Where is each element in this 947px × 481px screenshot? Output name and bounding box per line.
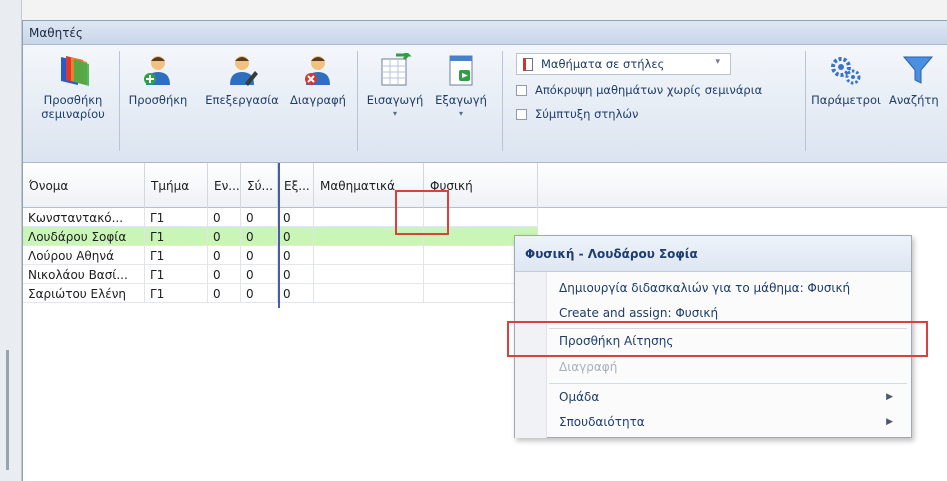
import-button[interactable]: Εισαγωγή ▾ — [363, 49, 427, 121]
cell-name[interactable]: Λουδάρου Σοφία — [23, 227, 145, 246]
ribbon-separator — [502, 51, 503, 151]
table-row[interactable]: Κωνσταντακό... Γ1 0 0 0 — [23, 208, 538, 227]
parameters-label: Παράμετροι — [811, 93, 881, 107]
menu-separator — [549, 383, 907, 384]
delete-student-label: Διαγραφή — [290, 93, 346, 107]
cell-en[interactable]: 0 — [208, 227, 241, 246]
collapse-columns-option[interactable]: Σύμπτυξη στηλών — [516, 107, 638, 121]
cell-sy[interactable]: 0 — [241, 246, 278, 265]
submenu-arrow-icon: ▶ — [886, 392, 893, 402]
cell-ex[interactable]: 0 — [278, 208, 314, 227]
add-student-label: Προσθήκη — [128, 93, 188, 107]
export-button[interactable]: Εξαγωγή ▾ — [429, 53, 493, 121]
column-header-en[interactable]: Εν... — [208, 163, 241, 208]
add-seminar-icon — [56, 53, 90, 87]
table-row-selected[interactable]: Λουδάρου Σοφία Γ1 0 0 0 — [23, 227, 538, 246]
add-student-button[interactable]: Προσθήκη — [123, 53, 193, 107]
filter-icon — [901, 53, 935, 87]
view-mode-combo[interactable]: Μαθήματα σε στήλες ▾ — [516, 53, 731, 75]
column-header-sy[interactable]: Σύ... — [241, 163, 278, 208]
cell-ex[interactable]: 0 — [278, 284, 314, 303]
menu-item-group[interactable]: Ομάδα — [559, 386, 899, 408]
cell-en[interactable]: 0 — [208, 246, 241, 265]
window-title: Μαθητές — [29, 25, 83, 40]
cell-class[interactable]: Γ1 — [145, 208, 208, 227]
cell-name[interactable]: Λούρου Αθηνά — [23, 246, 145, 265]
edit-user-icon — [225, 53, 259, 87]
cell-name[interactable]: Σαριώτου Ελένη — [23, 284, 145, 303]
cell-ex[interactable]: 0 — [278, 227, 314, 246]
menu-item-importance-label: Σπουδαιότητα — [559, 415, 645, 429]
gears-icon — [829, 53, 863, 87]
export-icon — [444, 53, 478, 87]
highlight-add-request-item — [507, 321, 928, 357]
menu-item-group-label: Ομάδα — [559, 390, 600, 404]
cell-math[interactable] — [314, 246, 424, 265]
search-label: Αναζήτη — [889, 93, 939, 107]
left-side-panel — [0, 0, 22, 481]
ribbon-toolbar: Προσθήκη σεμιναρίου Προσθήκη Επεξεργασία… — [23, 45, 947, 163]
ribbon-separator — [119, 51, 120, 151]
cell-math[interactable] — [314, 284, 424, 303]
cell-ex[interactable]: 0 — [278, 265, 314, 284]
import-label: Εισαγωγή — [366, 93, 424, 107]
edit-student-button[interactable]: Επεξεργασία — [201, 53, 283, 107]
cell-name[interactable]: Νικολάου Βασί... — [23, 265, 145, 284]
column-header-ex[interactable]: Εξ... — [278, 163, 314, 208]
cell-en[interactable]: 0 — [208, 265, 241, 284]
submenu-arrow-icon: ▶ — [886, 417, 893, 427]
cell-sy[interactable]: 0 — [241, 208, 278, 227]
add-seminar-button[interactable]: Προσθήκη σεμιναρίου — [33, 53, 113, 121]
cell-ex[interactable]: 0 — [278, 246, 314, 265]
side-scrollbar[interactable] — [6, 350, 9, 470]
window-titlebar: Μαθητές — [23, 21, 947, 45]
menu-item-delete[interactable]: Διαγραφή — [559, 356, 617, 378]
ribbon-separator — [805, 51, 806, 151]
cell-sy[interactable]: 0 — [241, 265, 278, 284]
cell-name[interactable]: Κωνσταντακό... — [23, 208, 145, 227]
context-menu-title: Φυσική - Λουδάρου Σοφία — [515, 236, 911, 272]
delete-user-icon — [301, 53, 335, 87]
menu-item-create-lessons[interactable]: Δημιουργία διδασκαλιών για το μάθημα: Φυ… — [559, 277, 850, 299]
cell-en[interactable]: 0 — [208, 208, 241, 227]
import-icon — [378, 49, 412, 87]
parameters-button[interactable]: Παράμετροι — [809, 53, 883, 107]
column-header-class[interactable]: Τμήμα — [145, 163, 208, 208]
import-dropdown-icon[interactable]: ▾ — [393, 107, 397, 121]
columns-icon — [523, 57, 533, 71]
chevron-down-icon: ▾ — [715, 57, 720, 67]
cell-class[interactable]: Γ1 — [145, 284, 208, 303]
menu-item-importance[interactable]: Σπουδαιότητα — [559, 411, 899, 433]
cell-sy[interactable]: 0 — [241, 227, 278, 246]
grid-header-empty — [538, 163, 947, 208]
cell-math[interactable] — [314, 265, 424, 284]
frozen-column-divider — [278, 163, 280, 308]
table-row[interactable]: Λούρου Αθηνά Γ1 0 0 0 — [23, 246, 538, 265]
edit-student-label: Επεξεργασία — [205, 93, 279, 107]
ribbon-separator — [357, 51, 358, 151]
table-row[interactable]: Νικολάου Βασί... Γ1 0 0 0 — [23, 265, 538, 284]
cell-sy[interactable]: 0 — [241, 284, 278, 303]
cell-class[interactable]: Γ1 — [145, 265, 208, 284]
highlight-physics-cell — [395, 190, 449, 235]
collapse-columns-label: Σύμπτυξη στηλών — [535, 107, 639, 121]
delete-student-button[interactable]: Διαγραφή — [285, 53, 351, 107]
cell-class[interactable]: Γ1 — [145, 227, 208, 246]
collapse-columns-checkbox[interactable] — [516, 108, 527, 120]
add-user-icon — [141, 53, 175, 87]
export-label: Εξαγωγή — [435, 93, 487, 107]
view-mode-value: Μαθήματα σε στήλες — [541, 57, 665, 71]
hide-empty-label: Απόκρυψη μαθημάτων χωρίς σεμινάρια — [535, 83, 763, 97]
grid-header: Όνομα Τμήμα Εν... Σύ... Εξ... Μαθηματικά… — [23, 163, 538, 208]
hide-empty-checkbox[interactable] — [516, 84, 527, 96]
column-header-name[interactable]: Όνομα — [23, 163, 145, 208]
add-seminar-label: Προσθήκη σεμιναρίου — [41, 93, 105, 121]
search-button[interactable]: Αναζήτη — [889, 53, 947, 107]
hide-empty-option[interactable]: Απόκρυψη μαθημάτων χωρίς σεμινάρια — [516, 83, 762, 97]
export-dropdown-icon[interactable]: ▾ — [459, 107, 463, 121]
cell-en[interactable]: 0 — [208, 284, 241, 303]
cell-class[interactable]: Γ1 — [145, 246, 208, 265]
table-row[interactable]: Σαριώτου Ελένη Γ1 0 0 0 — [23, 284, 538, 303]
